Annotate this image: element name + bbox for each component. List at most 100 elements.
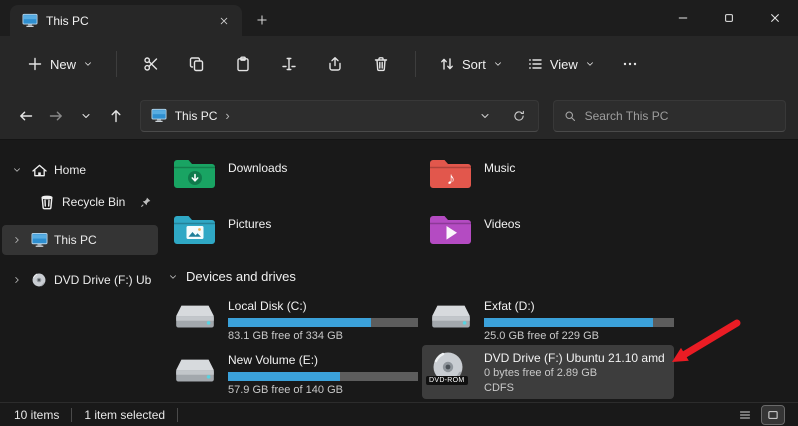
drive-tile-new-volume-e[interactable]: New Volume (E:) 57.9 GB free of 140 GB (166, 347, 418, 397)
sidebar-item-label: DVD Drive (F:) Ubun (54, 273, 152, 287)
this-pc-icon (151, 108, 167, 123)
dvd-rom-badge: DVD-ROM (426, 376, 468, 385)
cut-button[interactable] (131, 45, 171, 83)
sort-button[interactable]: Sort (430, 45, 512, 83)
this-pc-icon (30, 232, 48, 248)
plus-icon (27, 56, 43, 72)
sidebar-item-label: This PC (54, 233, 97, 247)
chevron-down-icon[interactable] (168, 272, 178, 282)
drive-name: Exfat (D:) (484, 299, 535, 313)
breadcrumb[interactable]: This PC (175, 109, 218, 123)
videos-folder-icon (428, 211, 474, 249)
more-options-button[interactable] (610, 45, 650, 83)
drive-name: DVD Drive (F:) Ubuntu 21.10 amd (484, 351, 665, 365)
sidebar-item-label: Recycle Bin (62, 195, 126, 209)
view-toggles (734, 404, 785, 425)
share-icon (327, 56, 343, 72)
search-box[interactable] (552, 99, 787, 132)
sort-button-label: Sort (462, 56, 486, 72)
rename-icon (281, 56, 297, 72)
drive-tile-dvd-f-selected[interactable]: DVD-ROM DVD Drive (F:) Ubuntu 21.10 amd … (422, 345, 674, 399)
drive-name: New Volume (E:) (228, 353, 319, 367)
folder-name: Music (484, 161, 516, 175)
sidebar-item-label: Home (54, 163, 87, 177)
chevron-right-icon[interactable] (12, 275, 24, 285)
refresh-icon[interactable] (506, 103, 532, 129)
view-button[interactable]: View (518, 45, 604, 83)
hard-drive-icon (172, 297, 218, 333)
delete-button[interactable] (361, 45, 401, 83)
folder-tile-downloads[interactable]: Downloads (166, 151, 418, 195)
folder-name: Downloads (228, 161, 288, 175)
chevron-down-icon (83, 59, 93, 69)
sidebar-item-dvd-drive[interactable]: DVD Drive (F:) Ubun (2, 265, 158, 295)
details-view-toggle[interactable] (734, 406, 756, 424)
navigation-pane: Home Recycle Bin This PC DVD Drive (F:) … (0, 141, 160, 402)
chevron-right-icon[interactable] (12, 235, 24, 245)
svg-text:♪: ♪ (447, 169, 456, 188)
sidebar-item-home[interactable]: Home (2, 155, 158, 185)
address-bar[interactable]: This PC › (139, 99, 539, 132)
window-controls (660, 0, 798, 36)
sidebar-item-this-pc[interactable]: This PC (2, 225, 158, 255)
breadcrumb-chevron[interactable]: › (225, 108, 229, 123)
toolbar-divider (116, 51, 118, 77)
selection-count: 1 item selected (84, 407, 166, 422)
trash-icon (373, 56, 389, 72)
hard-drive-icon (172, 351, 218, 387)
this-pc-icon (22, 13, 38, 28)
minimize-button[interactable] (660, 0, 706, 36)
folder-name: Videos (484, 217, 521, 231)
drive-free-space: 0 bytes free of 2.89 GB (484, 367, 598, 379)
pictures-folder-icon (172, 211, 218, 249)
section-header-label: Devices and drives (186, 269, 296, 284)
command-toolbar: New Sort View (0, 36, 798, 92)
close-button[interactable] (752, 0, 798, 36)
recent-locations-button[interactable] (72, 101, 100, 131)
search-icon (564, 110, 576, 122)
section-devices-and-drives[interactable]: Devices and drives (168, 269, 296, 284)
maximize-button[interactable] (706, 0, 752, 36)
address-dropdown-icon[interactable] (472, 103, 498, 129)
up-button[interactable] (102, 101, 130, 131)
sidebar-item-recycle-bin[interactable]: Recycle Bin (2, 187, 158, 217)
copy-icon (189, 56, 205, 72)
share-button[interactable] (315, 45, 355, 83)
new-button[interactable]: New (18, 45, 102, 83)
status-divider (71, 407, 73, 422)
new-tab-button[interactable] (248, 7, 276, 33)
large-icons-view-toggle[interactable] (761, 404, 785, 425)
paste-button[interactable] (223, 45, 263, 83)
view-button-label: View (549, 56, 578, 72)
recycle-bin-icon (38, 194, 56, 210)
drive-filesystem: CDFS (484, 382, 514, 394)
scissors-icon (143, 56, 159, 72)
sort-arrows-icon (439, 56, 455, 72)
view-list-icon (527, 56, 543, 72)
capacity-bar (484, 318, 674, 327)
forward-button[interactable] (42, 101, 70, 131)
pin-icon (140, 196, 152, 208)
chevron-down-icon (585, 59, 595, 69)
back-button[interactable] (12, 101, 40, 131)
capacity-bar (228, 372, 418, 381)
search-input[interactable] (584, 108, 776, 123)
tab-this-pc[interactable]: This PC (10, 5, 242, 36)
folder-tile-music[interactable]: ♪ Music (422, 151, 674, 195)
drive-free-space: 25.0 GB free of 229 GB (484, 330, 599, 342)
copy-button[interactable] (177, 45, 217, 83)
dvd-disc-icon (30, 272, 48, 288)
file-explorer-window: This PC New Sort View This PC › Search T… (0, 0, 798, 426)
capacity-bar (228, 318, 418, 327)
rename-button[interactable] (269, 45, 309, 83)
drive-tile-local-disk-c[interactable]: Local Disk (C:) 83.1 GB free of 334 GB (166, 293, 418, 343)
tab-close-icon[interactable] (214, 11, 234, 31)
folder-tile-videos[interactable]: Videos (422, 207, 674, 251)
chevron-down-icon[interactable] (12, 165, 24, 175)
drive-name: Local Disk (C:) (228, 299, 307, 313)
chevron-down-icon (493, 59, 503, 69)
folder-tile-pictures[interactable]: Pictures (166, 207, 418, 251)
drive-free-space: 83.1 GB free of 334 GB (228, 330, 343, 342)
hard-drive-icon (428, 297, 474, 333)
drive-tile-exfat-d[interactable]: Exfat (D:) 25.0 GB free of 229 GB (422, 293, 674, 343)
